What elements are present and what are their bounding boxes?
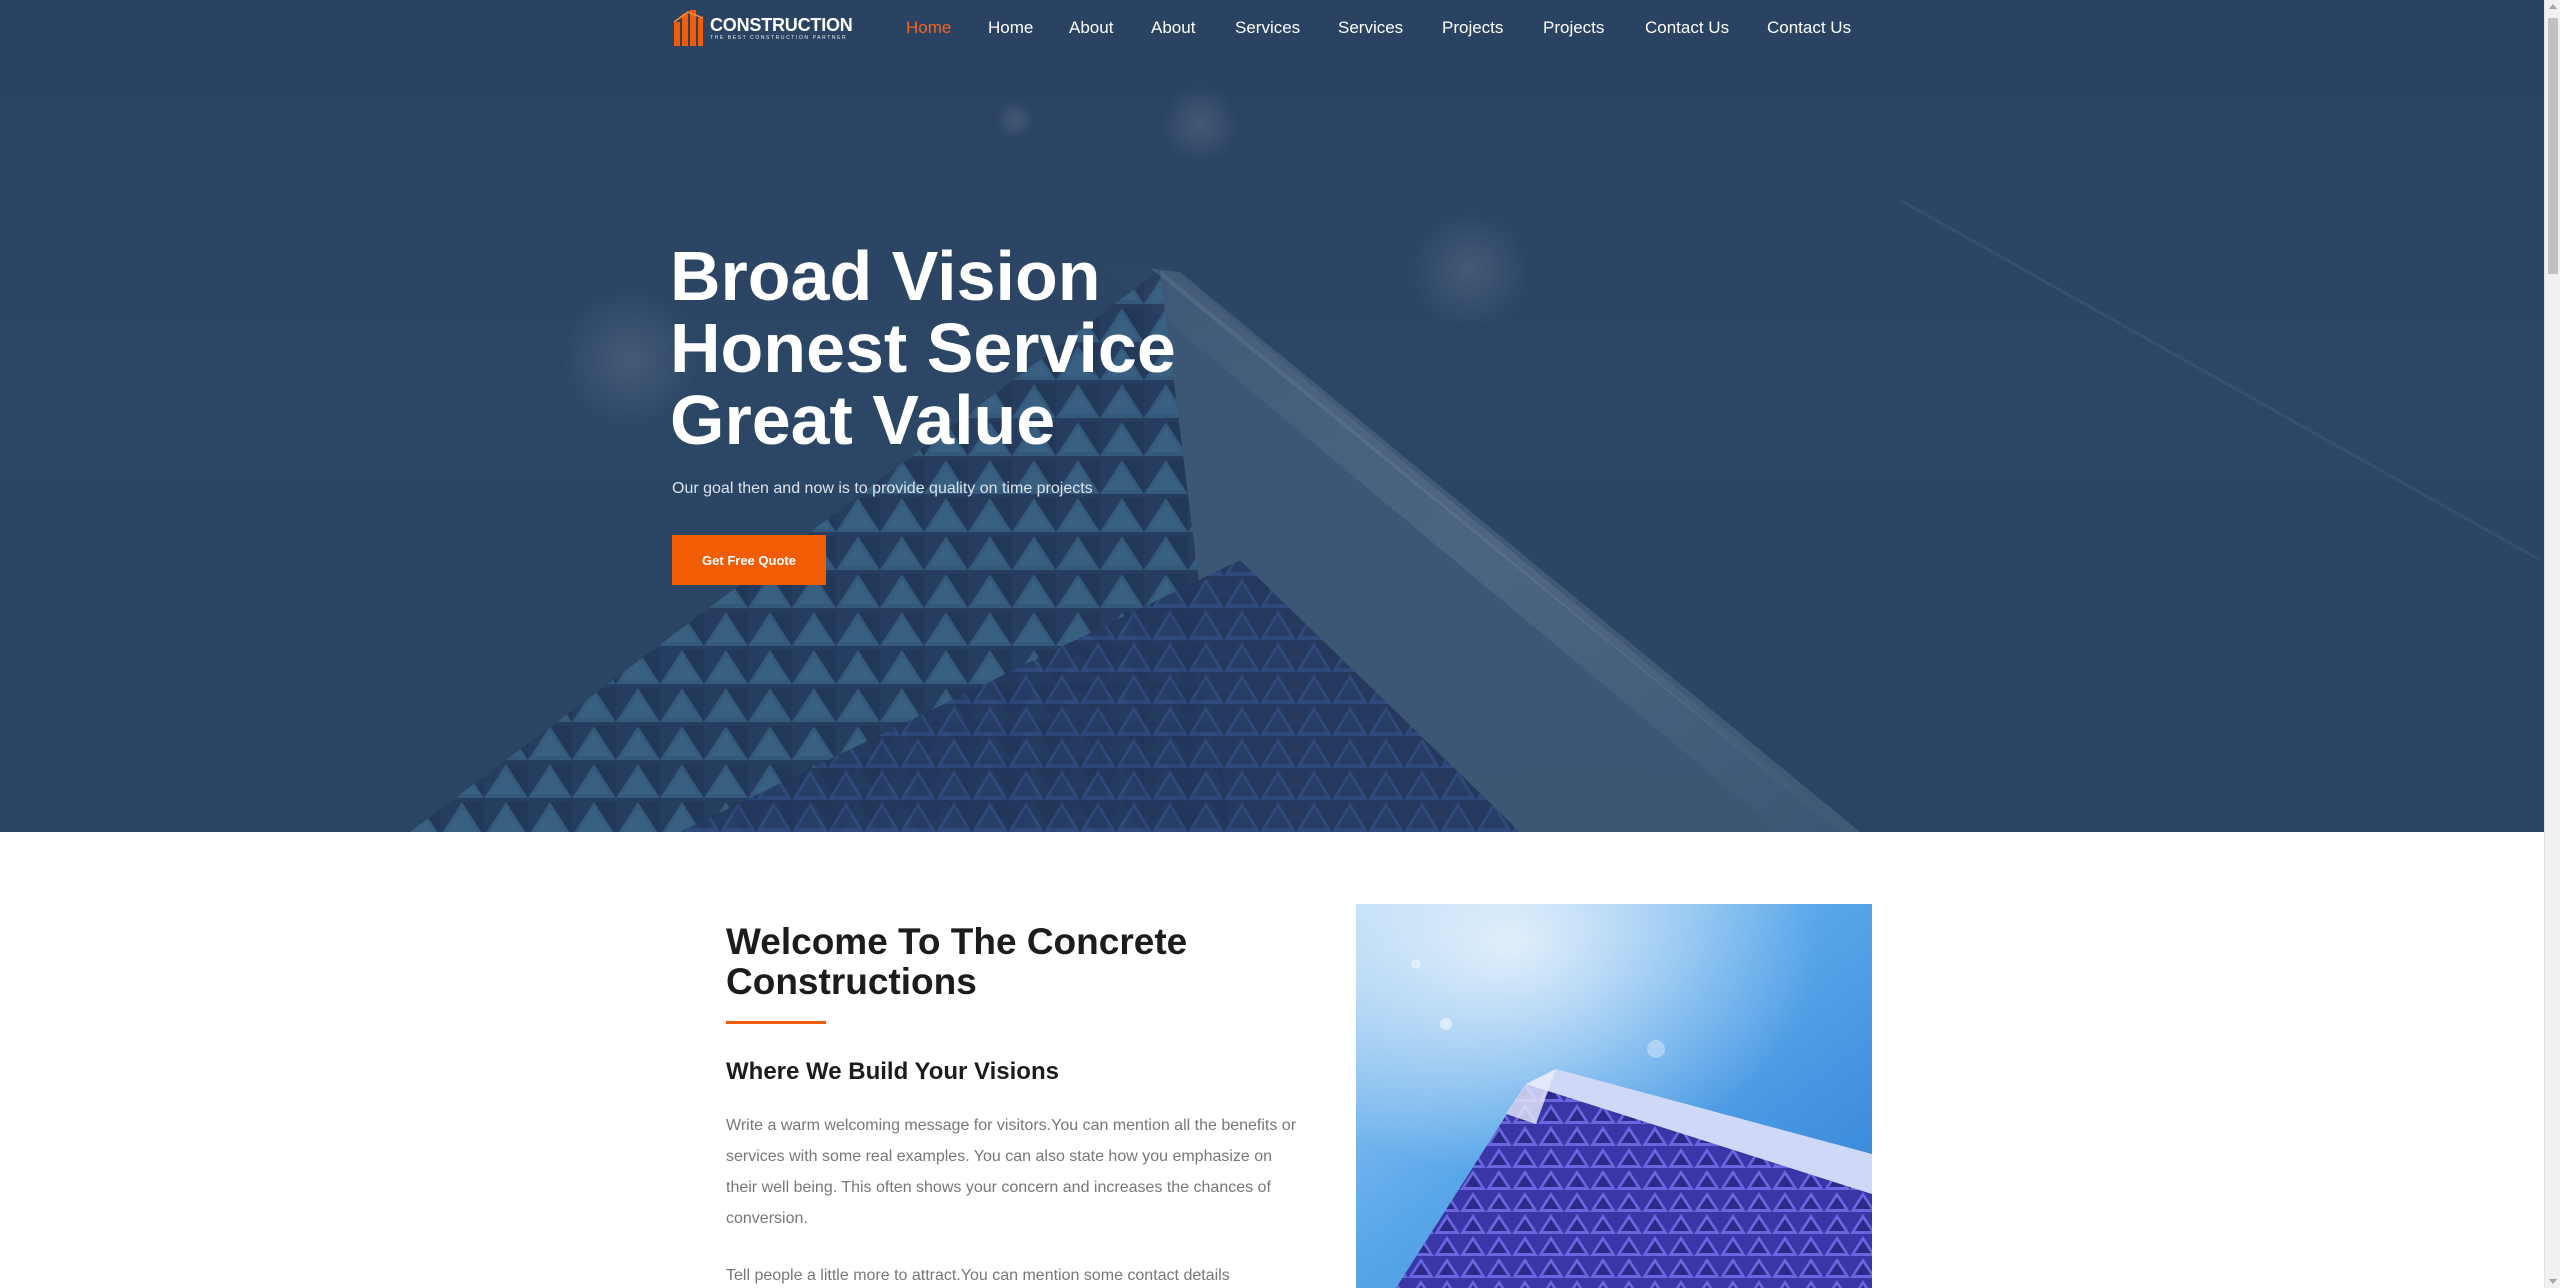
nav-item-services[interactable]: Services <box>1235 18 1300 38</box>
brand-logo[interactable]: CONSTRUCTION THE BEST CONSTRUCTION PARTN… <box>672 10 853 46</box>
scroll-down-arrow-icon[interactable] <box>2549 1279 2557 1284</box>
nav-item-home-2[interactable]: Home <box>988 18 1033 38</box>
brand-tagline: THE BEST CONSTRUCTION PARTNER <box>710 34 848 41</box>
welcome-title: Welcome To The Concrete Constructions <box>726 921 1188 1002</box>
top-navigation: CONSTRUCTION THE BEST CONSTRUCTION PARTN… <box>0 0 2560 58</box>
hero-title-line: Honest Service <box>670 309 1176 387</box>
hero-title-line: Broad Vision <box>670 237 1101 315</box>
nav-item-projects[interactable]: Projects <box>1442 18 1503 38</box>
hero-subtitle: Our goal then and now is to provide qual… <box>672 480 1093 497</box>
nav-item-about-2[interactable]: About <box>1151 18 1195 38</box>
hero-section: CONSTRUCTION THE BEST CONSTRUCTION PARTN… <box>0 0 2560 832</box>
scrollbar-thumb[interactable] <box>2548 18 2558 274</box>
building-bars-icon <box>673 10 704 46</box>
nav-item-contact[interactable]: Contact Us <box>1645 18 1729 38</box>
brand-name: CONSTRUCTION <box>710 14 853 35</box>
get-free-quote-button[interactable]: Get Free Quote <box>672 535 826 585</box>
nav-item-contact-2[interactable]: Contact Us <box>1767 18 1851 38</box>
hero-title-line: Great Value <box>670 381 1056 459</box>
building-photo <box>1356 904 1872 1288</box>
nav-item-home[interactable]: Home <box>906 18 951 38</box>
welcome-paragraph-2: Tell people a little more to attract.You… <box>726 1267 1230 1284</box>
scroll-up-arrow-icon[interactable] <box>2549 4 2557 9</box>
nav-item-services-2[interactable]: Services <box>1338 18 1403 38</box>
nav-item-about[interactable]: About <box>1069 18 1113 38</box>
page-scrollbar[interactable] <box>2544 0 2560 1288</box>
welcome-paragraph: Write a warm welcoming message for visit… <box>726 1117 1297 1227</box>
nav-item-projects-2[interactable]: Projects <box>1543 18 1604 38</box>
welcome-subtitle: Where We Build Your Visions <box>726 1058 1059 1085</box>
title-underline <box>726 1021 826 1024</box>
hero-title: Broad Vision Honest Service Great Value <box>670 240 1570 456</box>
